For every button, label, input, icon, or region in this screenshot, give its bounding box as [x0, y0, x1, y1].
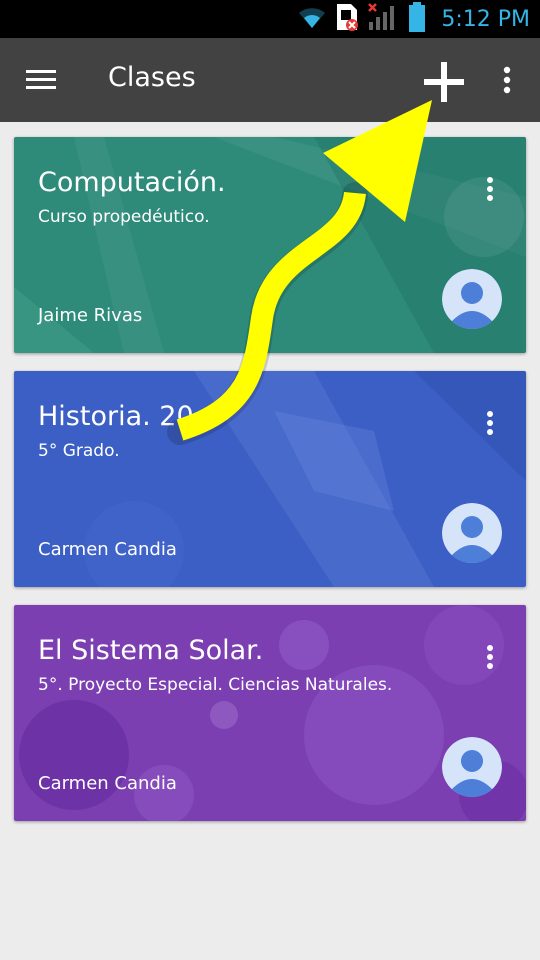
class-title: Historia. 20 — [38, 401, 194, 432]
class-teacher: Carmen Candia — [38, 773, 177, 794]
class-subtitle: Curso propedéutico. — [38, 207, 210, 227]
signal-off-icon — [367, 2, 399, 36]
card-more-vert-icon[interactable] — [478, 641, 502, 673]
app-bar: Clases — [0, 38, 540, 122]
avatar[interactable] — [442, 269, 502, 329]
class-card-historia[interactable]: Historia. 20 5° Grado. Carmen Candia — [14, 371, 526, 587]
class-subtitle: 5°. Proyecto Especial. Ciencias Naturale… — [38, 675, 393, 695]
card-more-vert-icon[interactable] — [478, 407, 502, 439]
class-teacher: Carmen Candia — [38, 539, 177, 560]
avatar[interactable] — [442, 503, 502, 563]
page-title: Clases — [108, 62, 196, 93]
card-more-vert-icon[interactable] — [478, 173, 502, 205]
avatar[interactable] — [442, 737, 502, 797]
class-subtitle: 5° Grado. — [38, 441, 120, 461]
class-title: El Sistema Solar. — [38, 635, 264, 666]
class-title: Computación. — [38, 167, 226, 198]
more-vert-icon[interactable] — [490, 60, 524, 100]
add-class-button[interactable] — [416, 56, 472, 112]
class-card-computacion[interactable]: Computación. Curso propedéutico. Jaime R… — [14, 137, 526, 353]
sim-error-icon — [335, 2, 359, 36]
battery-icon — [407, 1, 427, 37]
wifi-icon — [297, 4, 327, 34]
status-bar: 5:12 PM — [0, 0, 540, 38]
class-teacher: Jaime Rivas — [38, 305, 143, 326]
status-time: 5:12 PM — [441, 6, 530, 32]
class-card-sistema-solar[interactable]: El Sistema Solar. 5°. Proyecto Especial.… — [14, 605, 526, 821]
hamburger-menu-icon[interactable] — [20, 60, 62, 100]
plus-icon — [422, 60, 466, 108]
status-icons: 5:12 PM — [297, 0, 530, 38]
